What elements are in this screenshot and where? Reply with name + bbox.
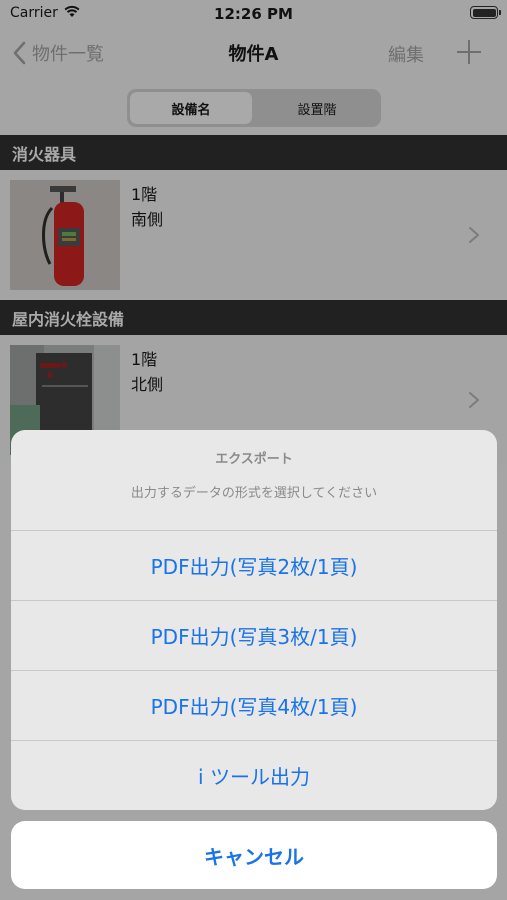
segment-equipment-name[interactable]: 設備名 xyxy=(130,92,252,124)
section-header: 消火器具 xyxy=(0,135,507,170)
clock: 12:26 PM xyxy=(214,5,293,23)
action-sheet-message: 出力するデータの形式を選択してください xyxy=(130,486,378,501)
pdf-4-photos-button[interactable]: PDF出力(写真4枚/1頁) xyxy=(11,670,497,740)
fire-extinguisher-photo xyxy=(10,180,120,290)
location-label: 北側 xyxy=(131,375,164,394)
action-sheet-header: エクスポート 出力するデータの形式を選択してください xyxy=(11,430,497,530)
chevron-right-icon xyxy=(469,227,479,243)
floor-label: 1階 xyxy=(131,185,158,204)
action-sheet-title: エクスポート xyxy=(215,452,293,467)
segment-floor[interactable]: 設置階 xyxy=(256,92,378,124)
edit-button[interactable]: 編集 xyxy=(388,41,424,67)
i-tool-export-button[interactable]: i ツール出力 xyxy=(11,740,497,810)
add-icon[interactable] xyxy=(455,38,483,66)
location-label: 南側 xyxy=(131,210,164,229)
battery-icon xyxy=(470,6,501,19)
cancel-button[interactable]: キャンセル xyxy=(11,821,497,889)
page-title: 物件A xyxy=(228,44,279,65)
navigation-bar: 物件一覧 物件A 編集 xyxy=(0,28,507,80)
list-item[interactable]: 1階 南側 xyxy=(0,170,507,300)
status-bar: Carrier 12:26 PM xyxy=(0,0,507,28)
segmented-control: 設備名 設置階 xyxy=(127,89,381,127)
floor-label: 1階 xyxy=(131,350,158,369)
chevron-right-icon xyxy=(469,392,479,408)
export-action-sheet: エクスポート 出力するデータの形式を選択してください PDF出力(写真2枚/1頁… xyxy=(11,430,497,810)
pdf-3-photos-button[interactable]: PDF出力(写真3枚/1頁) xyxy=(11,600,497,670)
pdf-2-photos-button[interactable]: PDF出力(写真2枚/1頁) xyxy=(11,530,497,600)
section-header: 屋内消火栓設備 xyxy=(0,300,507,335)
